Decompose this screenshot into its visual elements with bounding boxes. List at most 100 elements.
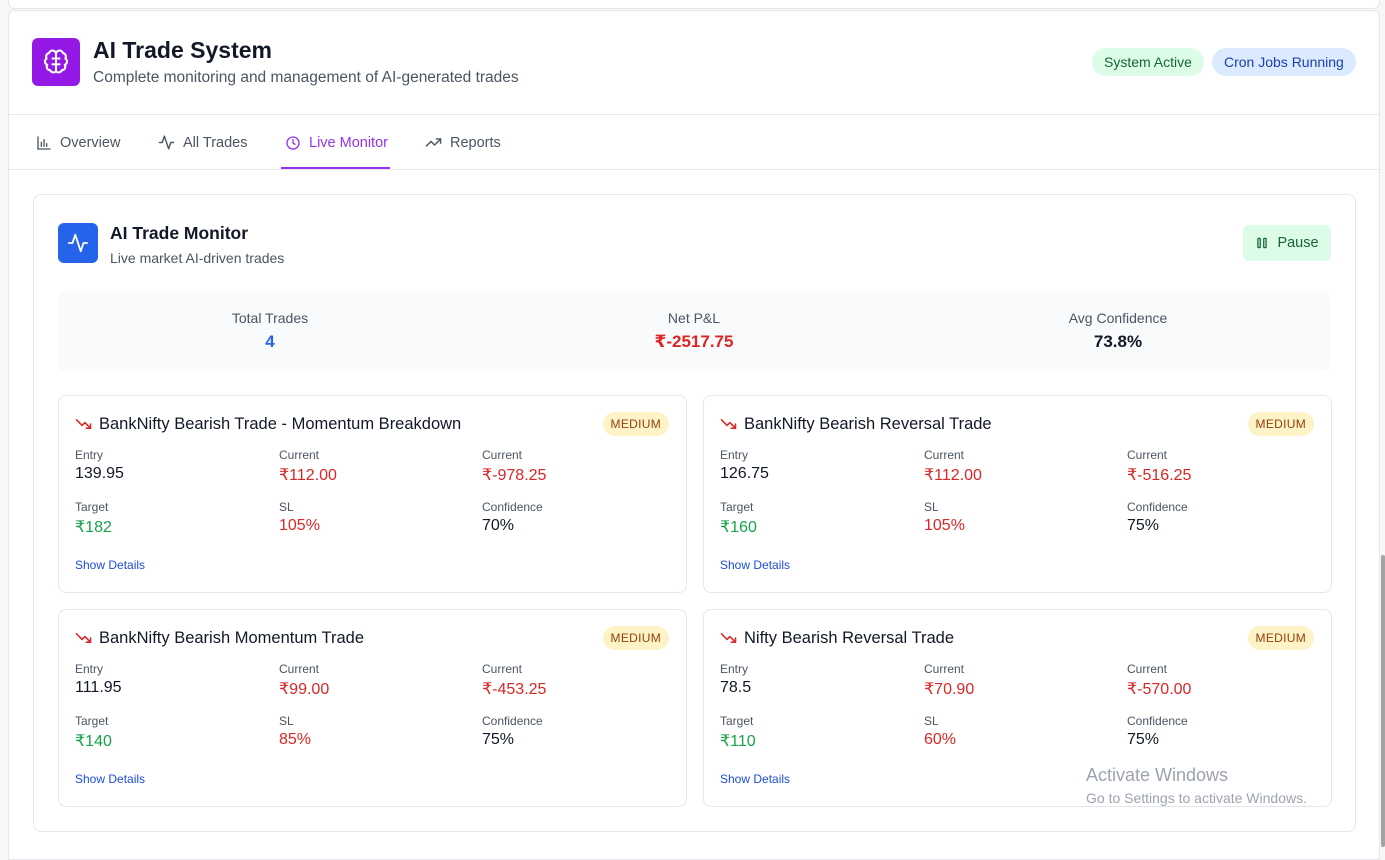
field-label: SL <box>279 500 294 514</box>
field-value: 105% <box>924 517 965 534</box>
show-details-link[interactable]: Show Details <box>75 558 145 572</box>
tab-all-trades[interactable]: All Trades <box>158 115 247 170</box>
stat-total-trades: Total Trades 4 <box>58 291 482 352</box>
app-subtitle: Complete monitoring and management of AI… <box>93 69 519 86</box>
field-value: ₹112.00 <box>279 467 337 484</box>
field-value: ₹-516.25 <box>1127 467 1192 484</box>
field-label: Current <box>482 448 523 462</box>
pause-label: Pause <box>1277 235 1319 251</box>
brain-icon <box>32 38 80 86</box>
trade-confidence: Confidence 75% <box>1127 714 1188 749</box>
app-header: AI Trade System Complete monitoring and … <box>9 11 1379 115</box>
field-label: Current <box>1127 662 1168 676</box>
stat-value: 4 <box>265 332 275 351</box>
trending-down-icon <box>720 633 737 643</box>
show-details-link[interactable]: Show Details <box>75 772 145 786</box>
trade-confidence: Confidence 70% <box>482 500 543 535</box>
field-label: Target <box>75 500 109 514</box>
trade-target: Target ₹182 <box>75 500 112 537</box>
tab-live-monitor[interactable]: Live Monitor <box>285 115 388 170</box>
field-label: SL <box>279 714 294 728</box>
field-label: Confidence <box>1127 500 1188 514</box>
trade-sl: SL 60% <box>924 714 956 749</box>
activity-icon <box>58 223 98 263</box>
trade-target: Target ₹110 <box>720 714 756 751</box>
field-label: Confidence <box>1127 714 1188 728</box>
trade-current: Current ₹112.00 <box>924 448 982 485</box>
stat-net-pnl: Net P&L ₹-2517.75 <box>482 291 906 352</box>
field-label: Current <box>482 662 523 676</box>
field-value: ₹110 <box>720 733 756 750</box>
field-label: Current <box>1127 448 1168 462</box>
scrollbar-thumb[interactable] <box>1381 555 1385 847</box>
field-value: 139.95 <box>75 465 124 482</box>
field-value: 70% <box>482 517 515 534</box>
trending-down-icon <box>720 419 737 429</box>
field-label: Current <box>924 662 965 676</box>
app-title: AI Trade System <box>93 37 272 63</box>
stat-label: Total Trades <box>231 310 309 326</box>
trade-entry: Entry 111.95 <box>75 662 122 697</box>
field-label: Target <box>75 714 109 728</box>
trade-monitor-card: AI Trade Monitor Live market AI-driven t… <box>33 194 1356 832</box>
field-value: ₹70.90 <box>924 681 975 698</box>
field-label: SL <box>924 714 939 728</box>
bar-chart-icon <box>37 135 51 150</box>
trade-title: Nifty Bearish Reversal Trade <box>744 629 954 647</box>
pause-button[interactable]: Pause <box>1243 225 1331 261</box>
tab-overview[interactable]: Overview <box>36 115 120 170</box>
field-value: 105% <box>279 517 320 534</box>
trade-pnl: Current ₹-516.25 <box>1127 448 1191 485</box>
trade-sl: SL 105% <box>924 500 965 535</box>
field-value: 111.95 <box>75 679 122 696</box>
stat-label: Avg Confidence <box>1068 310 1168 326</box>
risk-badge: MEDIUM <box>1247 412 1314 436</box>
monitor-subtitle: Live market AI-driven trades <box>110 250 285 266</box>
field-value: 126.75 <box>720 465 769 482</box>
trade-title: BankNifty Bearish Reversal Trade <box>744 415 992 433</box>
tab-bar: Overview All Trades Live Monitor Reports <box>9 115 1379 170</box>
stat-avg-confidence: Avg Confidence 73.8% <box>906 291 1330 352</box>
field-label: Target <box>720 714 754 728</box>
field-value: ₹-978.25 <box>482 467 547 484</box>
trending-down-icon <box>75 633 92 643</box>
stat-value: 73.8% <box>1093 332 1143 351</box>
risk-badge: MEDIUM <box>602 412 669 436</box>
risk-badge: MEDIUM <box>1247 626 1314 650</box>
field-value: 75% <box>1127 731 1160 748</box>
field-label: Target <box>720 500 754 514</box>
main-panel: AI Trade System Complete monitoring and … <box>8 10 1380 860</box>
tab-label: Live Monitor <box>309 134 388 151</box>
activity-icon <box>158 135 175 150</box>
field-label: Confidence <box>482 714 543 728</box>
active-tab-indicator <box>281 167 390 169</box>
field-value: 78.5 <box>720 679 752 696</box>
field-label: Entry <box>75 448 104 462</box>
trade-current: Current ₹99.00 <box>279 662 329 699</box>
field-value: 85% <box>279 731 312 748</box>
field-value: ₹160 <box>720 519 757 536</box>
stats-summary: Total Trades 4 Net P&L ₹-2517.75 Avg Con… <box>58 291 1331 371</box>
field-value: ₹-453.25 <box>482 681 547 698</box>
tab-reports[interactable]: Reports <box>425 115 501 170</box>
field-value: ₹112.00 <box>924 467 982 484</box>
top-strip <box>8 0 1380 9</box>
trade-pnl: Current ₹-978.25 <box>482 448 546 485</box>
clock-icon <box>286 135 300 150</box>
tab-label: All Trades <box>183 134 248 151</box>
trade-sl: SL 105% <box>279 500 320 535</box>
stat-value: ₹-2517.75 <box>654 332 734 351</box>
trade-title: BankNifty Bearish Trade - Momentum Break… <box>99 415 462 433</box>
field-value: ₹182 <box>75 519 112 536</box>
trade-current: Current ₹70.90 <box>924 662 974 699</box>
trade-card: BankNifty Bearish Momentum Trade MEDIUM En… <box>58 609 687 807</box>
field-label: Entry <box>720 662 749 676</box>
field-value: 75% <box>482 731 515 748</box>
trade-card: Nifty Bearish Reversal Trade MEDIUM Entry 7… <box>703 609 1332 807</box>
trade-pnl: Current ₹-570.00 <box>1127 662 1191 699</box>
show-details-link[interactable]: Show Details <box>720 772 790 786</box>
show-details-link[interactable]: Show Details <box>720 558 790 572</box>
field-label: Current <box>924 448 965 462</box>
trade-card: BankNifty Bearish Reversal Trade MEDIUM En… <box>703 395 1332 593</box>
field-value: ₹140 <box>75 733 112 750</box>
